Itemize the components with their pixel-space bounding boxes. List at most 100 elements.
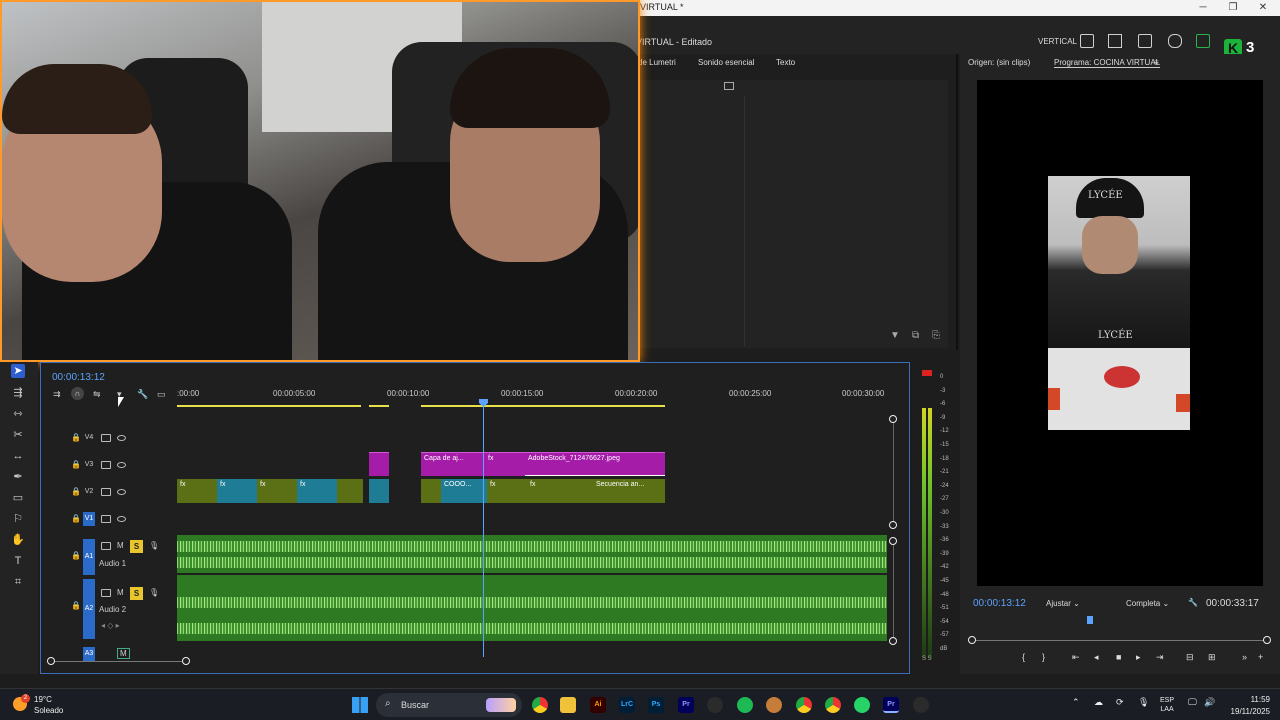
step-back-button[interactable]: ◂ bbox=[1094, 652, 1099, 663]
file-explorer-icon[interactable] bbox=[560, 697, 576, 713]
delete-icon[interactable]: ⎘ bbox=[932, 330, 940, 341]
lock-icon[interactable]: 🔒 bbox=[71, 514, 81, 523]
mute-button[interactable]: M bbox=[117, 541, 124, 550]
mic-icon[interactable]: 🎙 bbox=[149, 588, 159, 597]
sync-icon[interactable]: ⟳ bbox=[1116, 698, 1124, 707]
premiere-icon[interactable]: Pr bbox=[678, 697, 694, 713]
mark-in-button[interactable]: { bbox=[1022, 652, 1025, 662]
sync-icon[interactable] bbox=[101, 589, 111, 597]
clip-v2[interactable]: fx bbox=[217, 479, 257, 503]
track-name-v1[interactable]: V1 bbox=[83, 512, 95, 526]
eye-icon[interactable] bbox=[117, 516, 126, 522]
photoshop-icon[interactable]: Ps bbox=[648, 697, 664, 713]
labs-icon[interactable] bbox=[1168, 34, 1182, 48]
track-select-tool-icon[interactable]: ⇶ bbox=[11, 386, 25, 400]
program-menu-icon[interactable]: ≡ bbox=[1154, 58, 1159, 67]
layout-icon[interactable] bbox=[724, 82, 734, 90]
extract-button[interactable]: ⊞ bbox=[1208, 652, 1216, 663]
clip-v2[interactable]: fx bbox=[487, 479, 527, 503]
remix-tool-icon[interactable]: ⌗ bbox=[11, 575, 25, 589]
program-playhead[interactable] bbox=[1087, 616, 1094, 624]
chrome-icon[interactable] bbox=[532, 697, 548, 713]
lift-button[interactable]: ⊟ bbox=[1186, 652, 1194, 663]
mic-tray-icon[interactable]: 🎙 bbox=[1138, 698, 1149, 707]
clip-v2[interactable]: fx bbox=[177, 479, 217, 503]
network-icon[interactable]: 🖵 bbox=[1188, 698, 1197, 707]
eye-icon[interactable] bbox=[117, 462, 126, 468]
clip-v2[interactable] bbox=[337, 479, 363, 503]
scrubber-start-handle[interactable] bbox=[968, 636, 976, 644]
slip-tool-icon[interactable]: ↔ bbox=[11, 449, 25, 463]
sync-icon[interactable] bbox=[101, 461, 111, 469]
mark-out-button[interactable]: } bbox=[1042, 652, 1045, 662]
scroll-handle[interactable] bbox=[889, 415, 897, 423]
snap-icon[interactable]: ∩ bbox=[71, 387, 84, 400]
razor-tool-icon[interactable]: ✂ bbox=[11, 428, 25, 442]
spotify-icon[interactable] bbox=[737, 697, 753, 713]
tab-lumetri[interactable]: de Lumetri bbox=[638, 58, 676, 67]
timeline-settings-icon[interactable]: 🔧 bbox=[137, 389, 148, 400]
lock-icon[interactable]: 🔒 bbox=[71, 433, 81, 442]
clip-v2[interactable]: fx bbox=[297, 479, 337, 503]
track-name-a3[interactable]: A3 bbox=[83, 647, 95, 661]
clip-v2[interactable]: fx bbox=[257, 479, 297, 503]
illustrator-icon[interactable]: Ai bbox=[590, 697, 606, 713]
program-scrubber[interactable] bbox=[972, 640, 1268, 641]
filter-icon[interactable]: ▼ bbox=[890, 330, 900, 341]
lock-icon[interactable]: 🔒 bbox=[71, 487, 81, 496]
workspace-selector[interactable]: VERTICAL bbox=[1038, 37, 1077, 46]
audio-tracks-scrollbar[interactable] bbox=[893, 543, 894, 639]
track-mark-tool-icon[interactable]: ⚐ bbox=[11, 512, 25, 526]
add-button-icon[interactable]: + bbox=[1258, 652, 1263, 662]
eye-icon[interactable] bbox=[117, 435, 126, 441]
fit-dropdown[interactable]: Ajustar ⌄ bbox=[1046, 599, 1080, 608]
solo-button[interactable]: S bbox=[130, 587, 143, 600]
time-ruler[interactable]: :00:00 00:00:05:00 00:00:10:00 00:00:15:… bbox=[177, 387, 887, 411]
maximize-button[interactable]: ❐ bbox=[1218, 0, 1248, 16]
chevron-up-icon[interactable]: ⌃ bbox=[1072, 698, 1080, 707]
weather-sun-icon[interactable]: 2 bbox=[13, 694, 30, 711]
mute-button[interactable]: M bbox=[117, 588, 124, 597]
track-name-a2[interactable]: A2 bbox=[83, 579, 95, 639]
audio-clip-a1[interactable] bbox=[177, 535, 887, 573]
chrome-icon[interactable] bbox=[796, 697, 812, 713]
tab-program[interactable]: Programa: COCINA VIRTUAL bbox=[1054, 58, 1161, 68]
panel-icon[interactable] bbox=[1080, 34, 1094, 48]
lock-icon[interactable]: 🔒 bbox=[71, 460, 81, 469]
quality-dropdown[interactable]: Completa ⌄ bbox=[1126, 599, 1169, 608]
app-icon[interactable] bbox=[707, 697, 723, 713]
lock-icon[interactable]: 🔒 bbox=[71, 551, 81, 560]
settings-wrench-icon[interactable]: 🔧 bbox=[1188, 598, 1198, 607]
lightroom-icon[interactable]: LrC bbox=[619, 697, 635, 713]
mute-button[interactable]: M bbox=[117, 648, 130, 659]
horizontal-zoom-bar[interactable] bbox=[53, 661, 187, 662]
track-name-v2[interactable]: V2 bbox=[83, 485, 95, 499]
app-icon[interactable] bbox=[913, 697, 929, 713]
solo-button[interactable]: S bbox=[130, 540, 143, 553]
eye-icon[interactable] bbox=[117, 489, 126, 495]
clip-adjustment-small[interactable] bbox=[369, 452, 389, 476]
sync-icon[interactable] bbox=[101, 434, 111, 442]
close-button[interactable]: ✕ bbox=[1248, 0, 1278, 16]
clip-magenta[interactable]: fx bbox=[485, 452, 525, 476]
new-item-icon[interactable]: ⧉ bbox=[912, 330, 919, 341]
scroll-handle[interactable] bbox=[889, 637, 897, 645]
keyframe-nav-icon[interactable]: ◂ ◇ ▸ bbox=[101, 621, 120, 630]
track-name-v4[interactable]: V4 bbox=[83, 431, 95, 445]
menu-icon[interactable] bbox=[1138, 34, 1152, 48]
sync-icon[interactable] bbox=[101, 542, 111, 550]
mic-icon[interactable]: 🎙 bbox=[149, 541, 159, 550]
selection-tool-icon[interactable]: ➤ bbox=[11, 364, 25, 378]
chat-icon[interactable] bbox=[1196, 34, 1210, 48]
clip-cooo[interactable]: COOO... bbox=[441, 479, 487, 503]
chrome-icon[interactable] bbox=[825, 697, 841, 713]
hand-tool-icon[interactable]: ✋ bbox=[11, 533, 25, 547]
go-to-in-button[interactable]: ⇤ bbox=[1072, 652, 1080, 663]
clip-v2[interactable]: fx bbox=[527, 479, 593, 503]
program-current-timecode[interactable]: 00:00:13:12 bbox=[973, 598, 1026, 609]
windows-start-icon[interactable] bbox=[352, 697, 368, 713]
video-tracks-scrollbar[interactable] bbox=[893, 421, 894, 525]
share-icon[interactable] bbox=[1108, 34, 1122, 48]
language-indicator[interactable]: ESP LAA bbox=[1160, 696, 1174, 714]
lock-icon[interactable]: 🔒 bbox=[71, 601, 81, 610]
